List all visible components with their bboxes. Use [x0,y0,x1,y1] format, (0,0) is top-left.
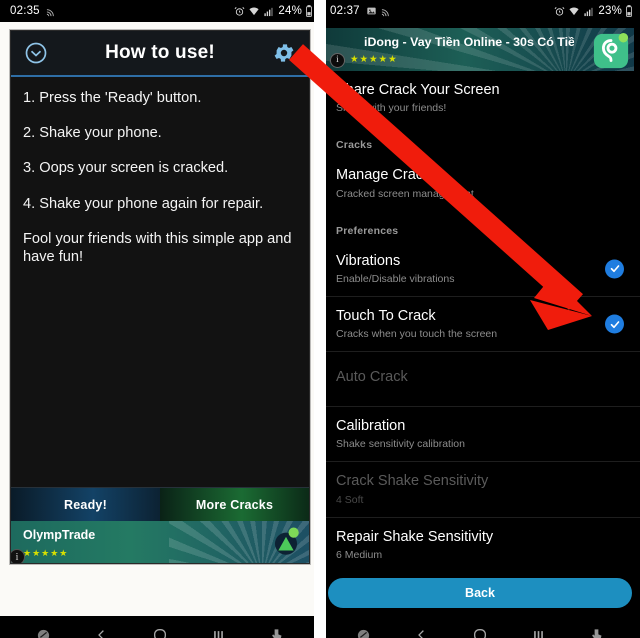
back-button-container: Back [320,572,640,616]
chevron-down-circle-icon[interactable] [21,41,51,65]
wifi-icon [248,6,260,17]
status-time: 02:37 [330,5,360,17]
back-chevron-icon[interactable] [94,626,109,638]
instruction-step-1: 1. Press the 'Ready' button. [23,90,202,106]
settings-item-share[interactable]: Share Crack Your Screen Share with your … [320,71,640,125]
instructions-list: 1. Press the 'Ready' button. 2. Shake yo… [11,77,309,283]
battery-icon [625,5,633,17]
settings-item-vibrations[interactable]: Vibrations Enable/Disable vibrations [320,242,640,298]
settings-item-title: Share Crack Your Screen [336,81,500,98]
gear-icon[interactable] [269,41,299,65]
ad-title: OlympTrade [23,528,96,542]
ad-star-rating: ★★★★★ [23,548,69,558]
settings-item-touch-to-crack[interactable]: Touch To Crack Cracks when you touch the… [320,297,640,353]
settings-item-title: Manage Cracks [336,167,438,184]
settings-item-title: Auto Crack [336,369,408,386]
action-button-row: Ready! More Cracks [11,487,309,521]
settings-item-subtitle: Enable/Disable vibrations [336,273,455,286]
status-right-icons: 23% [554,5,633,17]
settings-item-subtitle: 6 Medium [336,549,383,561]
battery-icon [305,5,313,17]
home-circle-icon[interactable] [472,627,488,638]
back-button[interactable]: Back [328,578,632,608]
back-chevron-icon[interactable] [414,626,429,638]
screenshot-root: 02:35 24% How to use! 1. Press the 'Read… [0,0,640,638]
instruction-step-3: 3. Oops your screen is cracked. [23,160,229,177]
settings-item-subtitle: Share with your friends! [336,102,447,115]
page-title: How to use! [105,42,215,63]
image-icon [366,6,377,16]
tap-pointer-icon[interactable] [269,627,284,638]
panel-separator [314,0,326,638]
more-cracks-button[interactable]: More Cracks [160,488,309,521]
screenshot-icon[interactable] [36,628,51,638]
settings-item-subtitle: Cracked screen management [336,187,474,200]
battery-percent: 24% [278,5,302,17]
tap-pointer-icon[interactable] [589,627,604,638]
settings-item-title: Vibrations [336,252,401,269]
right-nav-bar [320,616,640,638]
status-left-icons [366,6,392,17]
ad-title: iDong - Vay Tiền Online - 30s Có Tiền... [364,35,574,49]
ad-banner-idong[interactable]: iDong - Vay Tiền Online - 30s Có Tiền...… [326,28,634,71]
settings-item-calibration[interactable]: Calibration Shake sensitivity calibratio… [320,407,640,463]
left-nav-bar [0,616,320,638]
settings-list: Share Crack Your Screen Share with your … [320,71,640,572]
screenshot-icon[interactable] [356,628,371,638]
battery-percent: 23% [598,5,622,17]
settings-screen: iDong - Vay Tiền Online - 30s Có Tiền...… [320,22,640,616]
checkmark-icon[interactable] [605,314,624,334]
instruction-step-2: 2. Shake your phone. [23,125,162,142]
ad-info-badge[interactable]: i [11,549,25,563]
settings-item-subtitle: 4 Soft [336,493,364,506]
signal-icon [583,6,595,17]
left-phone-screenshot: 02:35 24% How to use! 1. Press the 'Read… [0,0,320,638]
settings-item-crack-shake-sensitivity: Crack Shake Sensitivity 4 Soft [320,462,640,518]
ad-app-logo-icon [592,32,630,70]
checkmark-icon[interactable] [605,259,624,279]
app-header: How to use! [11,31,309,77]
settings-item-subtitle: Cracks when you touch the screen [336,328,498,341]
instruction-step-4: 4. Shake your phone again for repair. [23,195,264,212]
alarm-icon [234,6,245,17]
ad-app-logo-icon [269,525,303,559]
left-status-bar: 02:35 24% [0,0,320,22]
settings-item-title: Crack Shake Sensitivity [336,473,489,490]
cast-icon [381,6,392,17]
status-right-icons: 24% [234,5,313,17]
instruction-closing: Fool your friends with this simple app a… [23,230,292,266]
settings-item-subtitle: Shake sensitivity calibration [336,438,465,451]
settings-item-repair-shake-sensitivity[interactable]: Repair Shake Sensitivity 6 Medium [320,518,640,572]
right-status-bar: 02:37 23% [320,0,640,22]
cast-icon [46,6,57,17]
ad-banner-olymptrade[interactable]: OlympTrade ★★★★★ i [11,521,309,563]
how-to-use-card: How to use! 1. Press the 'Ready' button.… [10,30,310,564]
recents-icon[interactable] [211,628,226,638]
settings-item-manage-cracks[interactable]: Manage Cracks Cracked screen management [320,156,640,210]
signal-icon [263,6,275,17]
left-phone-body: How to use! 1. Press the 'Ready' button.… [0,22,320,616]
section-header-cracks: Cracks [336,139,373,152]
settings-item-title: Calibration [336,417,406,434]
wifi-icon [568,6,580,17]
ready-button[interactable]: Ready! [11,488,160,521]
ad-star-rating: ★★★★★ [350,53,398,65]
alarm-icon [554,6,565,17]
settings-item-auto-crack: Auto Crack [320,352,640,407]
right-phone-screenshot: 02:37 23% iDong - Vay Tiền Online - 30s … [320,0,640,638]
status-left-icons [46,6,57,17]
home-circle-icon[interactable] [152,627,168,638]
recents-icon[interactable] [531,628,546,638]
ad-info-badge[interactable]: i [330,52,345,68]
settings-item-title: Touch To Crack [336,308,436,325]
settings-item-title: Repair Shake Sensitivity [336,528,494,545]
status-time: 02:35 [10,5,40,17]
section-header-preferences: Preferences [336,224,399,237]
